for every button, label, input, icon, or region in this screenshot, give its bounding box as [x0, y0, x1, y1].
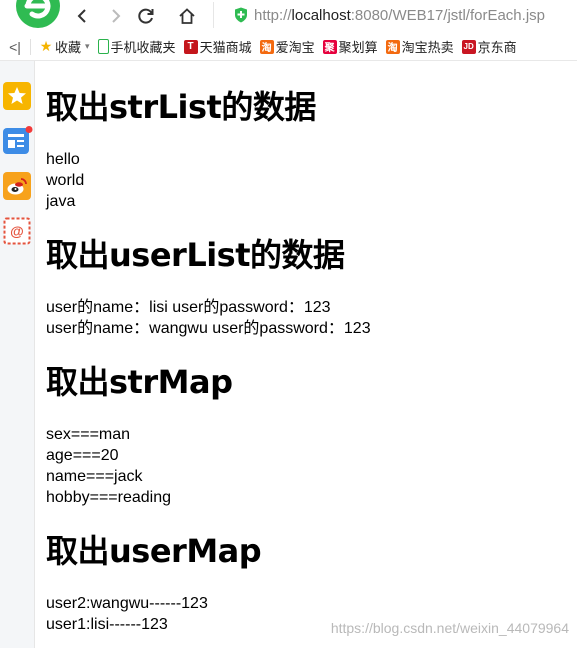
bookmark-label: 聚划算: [338, 40, 378, 55]
bookmark-juhuasuan[interactable]: 聚 聚划算: [322, 37, 378, 56]
juhuasuan-icon: 聚: [322, 39, 337, 54]
strmap-entry: age===20: [46, 447, 119, 464]
usermap-output: user2:wangwu------123 user1:lisi------12…: [46, 593, 208, 635]
strlist-item: world: [46, 172, 85, 189]
bookmark-label: 天猫商城: [199, 40, 252, 55]
tmall-icon: T: [183, 39, 198, 54]
section-title-userlist: 取出userList的数据: [46, 236, 345, 274]
bookmarks-bar: <| ★ 收藏 ▾ 手机收藏夹 T 天猫商城 淘 爱淘宝 聚 聚划算 淘 淘宝热…: [0, 33, 577, 61]
strmap-entry: name===jack: [46, 468, 143, 485]
bookmark-ai-taobao[interactable]: 淘 爱淘宝: [259, 37, 315, 56]
bookmark-label: 京东商: [477, 40, 517, 55]
section-title-strmap: 取出strMap: [46, 363, 233, 401]
strmap-entry: hobby===reading: [46, 489, 171, 506]
weibo-icon: [3, 172, 31, 200]
bookmark-favorites[interactable]: ★ 收藏 ▾: [39, 37, 90, 56]
reload-icon: [138, 8, 154, 24]
userlist-item: user的name：wangwu user的password：123: [46, 320, 371, 337]
url-prefix: http://: [254, 6, 292, 24]
url-path: :8080/WEB17/jstl/forEach.jsp: [350, 6, 545, 24]
back-button[interactable]: [70, 4, 94, 28]
bookmark-jd[interactable]: JD 京东商: [461, 37, 517, 56]
browser-toolbar: http://localhost:8080/WEB17/jstl/forEach…: [0, 0, 577, 32]
reload-button[interactable]: [134, 4, 158, 28]
star-icon: ★: [39, 38, 53, 54]
strlist-output: hello world java: [46, 149, 84, 212]
sidebar-favorites-button[interactable]: [3, 82, 31, 110]
email-icon: @: [3, 217, 31, 245]
taobao-icon: 淘: [259, 39, 274, 54]
strmap-entry: sex===man: [46, 426, 131, 443]
news-icon: [3, 126, 33, 154]
sidebar-news-button[interactable]: [3, 126, 33, 154]
secure-shield-icon: [235, 7, 247, 23]
bookmark-label: 收藏: [55, 40, 82, 55]
phone-icon: [97, 39, 109, 54]
home-icon: [179, 8, 195, 24]
blog-watermark: https://blog.csdn.net/weixin_44079964: [330, 620, 569, 636]
address-bar[interactable]: http://localhost:8080/WEB17/jstl/forEach…: [213, 2, 577, 28]
strlist-item: java: [46, 193, 76, 210]
bookmark-mobile-favorites[interactable]: 手机收藏夹: [97, 37, 176, 56]
usermap-entry: user2:wangwu------123: [46, 595, 208, 612]
forward-arrow-icon: [112, 9, 121, 23]
bookmarks-collapse-button[interactable]: <|: [0, 38, 31, 55]
taobao-icon: 淘: [385, 39, 400, 54]
bookmark-taobao-hot[interactable]: 淘 淘宝热卖: [385, 37, 454, 56]
favorites-star-icon: [3, 82, 31, 110]
bookmark-label: 爱淘宝: [275, 40, 315, 55]
sidebar-email-button[interactable]: @: [3, 217, 31, 245]
strlist-item: hello: [46, 151, 80, 168]
bookmark-label: 淘宝热卖: [401, 40, 454, 55]
sidebar-weibo-button[interactable]: [3, 172, 31, 200]
bookmark-label: 手机收藏夹: [110, 40, 176, 55]
svg-text:@: @: [10, 223, 24, 239]
forward-button[interactable]: [104, 4, 128, 28]
userlist-item: user的name：lisi user的password：123: [46, 299, 331, 316]
sidebar: @: [0, 61, 35, 648]
userlist-output: user的name：lisi user的password：123 user的na…: [46, 297, 371, 339]
url-host: localhost: [291, 6, 351, 24]
back-arrow-icon: [77, 9, 86, 23]
section-title-usermap: 取出userMap: [46, 532, 262, 570]
jd-icon: JD: [461, 39, 476, 54]
usermap-entry: user1:lisi------123: [46, 616, 168, 633]
chevron-down-icon: ▾: [85, 41, 90, 51]
browser-logo-icon: [14, 0, 62, 32]
strmap-output: sex===man age===20 name===jack hobby===r…: [46, 424, 171, 508]
home-button[interactable]: [175, 4, 199, 28]
section-title-strlist: 取出strList的数据: [46, 88, 316, 126]
url-text: http://localhost:8080/WEB17/jstl/forEach…: [254, 7, 545, 24]
bookmark-tmall[interactable]: T 天猫商城: [183, 37, 252, 56]
